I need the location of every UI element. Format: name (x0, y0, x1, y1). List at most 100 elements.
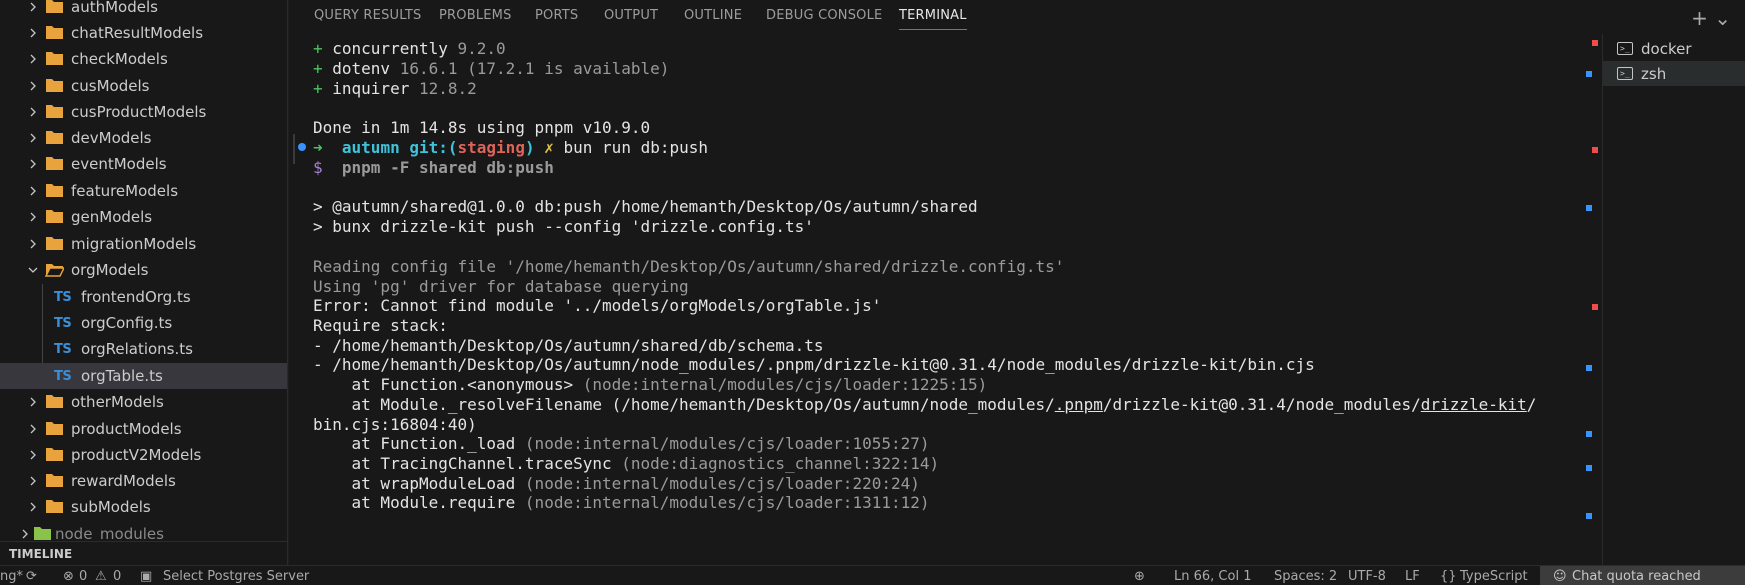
file-tree: authModels chatResultModels checkModels cus… (0, 0, 287, 540)
tab-outline[interactable]: OUTLINE (684, 8, 742, 23)
terminal-error-line: Error: Cannot find module '../models/org… (313, 296, 882, 315)
new-terminal-button[interactable]: + ⌄ (1691, 6, 1731, 30)
tree-item-label: productV2Models (71, 446, 202, 464)
folder-item-checkmodels[interactable]: checkModels (0, 46, 287, 72)
error-icon[interactable]: ⊗ (63, 569, 74, 584)
tab-ports[interactable]: PORTS (535, 8, 578, 23)
chevron-right-icon[interactable] (28, 54, 38, 64)
chevron-right-icon[interactable] (28, 476, 38, 486)
terminal-line: > bunx drizzle-kit push --config 'drizzl… (313, 217, 814, 236)
chevron-right-icon[interactable] (28, 133, 38, 143)
folder-item-devmodels[interactable]: devModels (0, 125, 287, 151)
chevron-down-icon[interactable] (28, 265, 38, 275)
folder-icon (46, 131, 63, 144)
sync-icon[interactable]: ⟳ (26, 569, 37, 584)
ruler-mark (1586, 71, 1592, 77)
folder-icon (46, 52, 63, 65)
folder-item-cusmodels[interactable]: cusModels (0, 73, 287, 99)
tree-item-label: orgModels (71, 261, 149, 279)
folder-icon (46, 210, 63, 223)
encoding[interactable]: UTF-8 (1348, 569, 1386, 584)
terminal-line: + concurrently 9.2.0 (313, 39, 506, 58)
file-item-frontendorg-ts[interactable]: TS frontendOrg.ts (0, 284, 287, 310)
chevron-right-icon[interactable] (28, 81, 38, 91)
tree-item-label: migrationModels (71, 235, 197, 253)
folder-item-featuremodels[interactable]: featureModels (0, 178, 287, 204)
folder-item-submodels[interactable]: subModels (0, 494, 287, 520)
timeline-label: TIMELINE (9, 546, 73, 561)
postgres-server-selector[interactable]: Select Postgres Server (163, 569, 309, 584)
file-item-orgconfig-ts[interactable]: TS orgConfig.ts (0, 310, 287, 336)
terminal-line: $ pnpm -F shared db:push (313, 158, 554, 177)
folder-icon (46, 474, 63, 487)
language-mode[interactable]: TypeScript (1460, 569, 1528, 584)
branch-indicator[interactable]: ng* (0, 569, 23, 584)
terminal-line: + dotenv 16.6.1 (17.2.1 is available) (313, 59, 670, 78)
tree-item-label: productModels (71, 420, 182, 438)
indentation[interactable]: Spaces: 2 (1274, 569, 1337, 584)
error-count[interactable]: 0 (79, 569, 87, 584)
chevron-right-icon[interactable] (28, 107, 38, 117)
zoom-icon[interactable]: ⊕ (1134, 569, 1145, 584)
folder-item-eventmodels[interactable]: eventModels (0, 151, 287, 177)
tree-item-label: devModels (71, 129, 152, 147)
terminal-link-line[interactable]: at Module._resolveFilename (/home/hemant… (313, 395, 1537, 415)
tab-output[interactable]: OUTPUT (604, 8, 658, 23)
tab-problems[interactable]: PROBLEMS (439, 8, 512, 23)
chevron-right-icon[interactable] (20, 529, 30, 539)
folder-item-rewardmodels[interactable]: rewardModels (0, 468, 287, 494)
folder-item-genmodels[interactable]: genModels (0, 204, 287, 230)
terminal-icon: >_ (1617, 67, 1633, 80)
tree-item-label: orgRelations.ts (81, 340, 193, 358)
terminal-link-line[interactable]: - /home/hemanth/Desktop/Os/autumn/node_m… (313, 355, 1315, 375)
tab-query-results[interactable]: QUERY RESULTS (314, 8, 422, 23)
folder-item-authmodels[interactable]: authModels (0, 0, 287, 20)
folder-icon (46, 26, 63, 39)
database-icon[interactable]: ▣ (140, 569, 152, 584)
warning-icon[interactable]: ⚠ (95, 569, 107, 584)
tree-item-label: cusProductModels (71, 103, 207, 121)
end-of-line[interactable]: LF (1405, 569, 1420, 584)
ruler-mark (1592, 304, 1598, 310)
folder-item-chatresultmodels[interactable]: chatResultModels (0, 20, 287, 46)
chevron-right-icon[interactable] (28, 2, 38, 12)
folder-item-productmodels[interactable]: productModels (0, 416, 287, 442)
chevron-right-icon[interactable] (28, 239, 38, 249)
ruler-mark (1592, 40, 1598, 46)
chevron-right-icon[interactable] (28, 397, 38, 407)
file-item-orgrelations-ts[interactable]: TS orgRelations.ts (0, 336, 287, 362)
chevron-right-icon[interactable] (28, 450, 38, 460)
chevron-right-icon[interactable] (28, 212, 38, 222)
command-decoration (293, 134, 295, 164)
folder-item-node-modules[interactable]: node_modules (0, 521, 287, 540)
chevron-right-icon[interactable] (28, 502, 38, 512)
terminal-line: > @autumn/shared@1.0.0 db:push /home/hem… (313, 197, 978, 216)
folder-item-othermodels[interactable]: otherModels (0, 389, 287, 415)
warning-count[interactable]: 0 (113, 569, 121, 584)
terminal-output[interactable]: + concurrently 9.2.0 + dotenv 16.6.1 (17… (289, 34, 1607, 565)
command-success-dot[interactable] (298, 143, 306, 151)
terminal-item-zsh[interactable]: >_ zsh (1603, 61, 1745, 86)
tree-item-label: orgConfig.ts (81, 314, 173, 332)
folder-item-orgmodels[interactable]: orgModels (0, 257, 287, 283)
timeline-section-header[interactable]: TIMELINE (0, 541, 287, 565)
terminal-item-docker[interactable]: >_ docker (1603, 36, 1745, 61)
chevron-right-icon[interactable] (28, 186, 38, 196)
folder-item-productv2models[interactable]: productV2Models (0, 442, 287, 468)
chat-quota-status[interactable]: ☺ Chat quota reached (1540, 566, 1745, 585)
terminal-overview-ruler[interactable] (1586, 34, 1600, 565)
file-item-orgtable-ts[interactable]: TS orgTable.ts (0, 363, 287, 389)
tab-debug-console[interactable]: DEBUG CONSOLE (766, 8, 882, 23)
tab-terminal[interactable]: TERMINAL (899, 8, 967, 30)
chevron-right-icon[interactable] (28, 28, 38, 38)
terminal-item-label: zsh (1641, 64, 1667, 83)
chevron-right-icon[interactable] (28, 159, 38, 169)
cursor-position[interactable]: Ln 66, Col 1 (1174, 569, 1251, 584)
terminal-link-line[interactable]: - /home/hemanth/Desktop/Os/autumn/shared… (313, 336, 824, 356)
folder-item-cusproductmodels[interactable]: cusProductModels (0, 99, 287, 125)
folder-item-migrationmodels[interactable]: migrationModels (0, 231, 287, 257)
tree-item-label: frontendOrg.ts (81, 288, 191, 306)
terminal-line: at Module.require (node:internal/modules… (313, 493, 930, 512)
chevron-right-icon[interactable] (28, 424, 38, 434)
ruler-mark (1586, 365, 1592, 371)
